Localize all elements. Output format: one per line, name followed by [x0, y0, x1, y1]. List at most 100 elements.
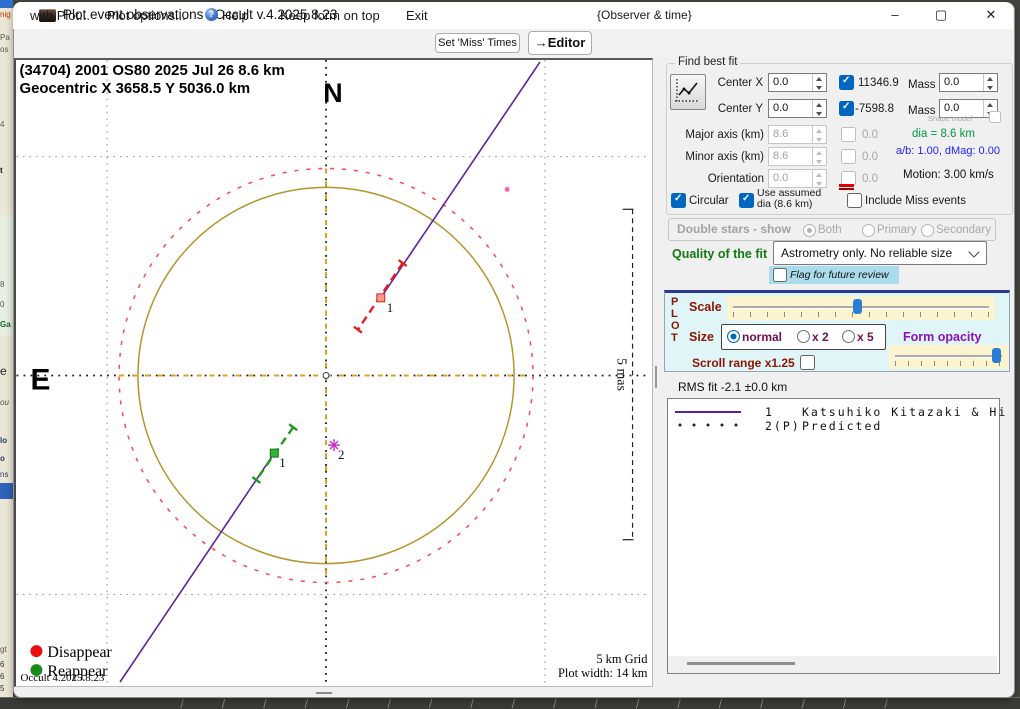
east-label: E — [30, 363, 50, 396]
mass-x-spinner[interactable]: 0.0 — [939, 73, 998, 92]
orientation-value: 0.0 — [769, 170, 812, 187]
close-button[interactable]: ✕ — [976, 6, 1006, 24]
editor-button[interactable]: →Editor — [528, 31, 592, 55]
hscrollbar-thumb[interactable] — [687, 662, 795, 665]
plot-letter-t: T — [671, 332, 678, 344]
legend-line-sample — [675, 411, 741, 413]
fit-colour-sample — [839, 184, 854, 187]
flag-review-checkbox[interactable] — [773, 268, 787, 282]
scroll-range-label: Scroll range x1.25 — [692, 356, 795, 370]
y-offset-checkbox[interactable] — [839, 101, 854, 116]
include-miss-checkbox[interactable] — [847, 193, 862, 208]
shape-model-checkbox[interactable] — [989, 111, 1001, 123]
size-normal-radio[interactable] — [727, 330, 740, 343]
minor-alt-checkbox[interactable] — [841, 149, 856, 164]
plot-area[interactable]: 1 1 2 5 mas (34704) 2001 OS80 2025 Jul 2… — [14, 58, 653, 687]
size-label: Size — [689, 330, 714, 344]
x-offset-checkbox[interactable] — [839, 75, 854, 90]
menu-keep-on-top[interactable]: Keep form on top — [280, 8, 380, 23]
menu-exit[interactable]: Exit — [406, 8, 428, 23]
double-secondary-radio[interactable] — [921, 224, 934, 237]
legend-row-num: 1 — [765, 405, 774, 419]
observer-time-label: {Observer & time} — [597, 8, 692, 22]
chord1-label: 1 — [387, 300, 393, 315]
use-assumed-label: Use assumed dia (8.6 km) — [757, 188, 821, 210]
menu-help[interactable]: Help — [222, 8, 249, 23]
opacity-slider-groove — [895, 355, 1002, 357]
center-y-value: 0.0 — [769, 100, 812, 117]
center-x-spinner[interactable]: 0.0 — [768, 73, 827, 92]
sliver-text: Ga — [0, 320, 11, 329]
predicted-label: 2 — [338, 447, 344, 462]
sliver-text: e — [0, 364, 7, 378]
double-primary-label: Primary — [877, 224, 917, 236]
use-assumed-checkbox[interactable] — [739, 193, 754, 208]
quality-combobox[interactable]: Astrometry only. No reliable size — [773, 241, 987, 265]
sliver-text: lo — [0, 436, 7, 445]
sliver-text: 6 — [0, 660, 4, 669]
major-axis-spinner[interactable]: 8.6 — [768, 125, 827, 144]
size-x5-radio[interactable] — [842, 330, 855, 343]
double-primary-radio[interactable] — [862, 224, 875, 237]
sliver-text: 4 — [0, 120, 4, 129]
chord1-label: 1 — [279, 455, 285, 470]
scale-slider[interactable] — [727, 296, 995, 320]
orientation-spinner[interactable]: 0.0 — [768, 169, 827, 188]
double-both-label: Both — [818, 224, 842, 236]
north-label: N — [323, 78, 342, 108]
menu-plot-options[interactable]: Plot options... — [107, 8, 186, 23]
shape-model-label: Shape model — [928, 114, 972, 123]
legend-row-name: Predicted — [802, 419, 882, 433]
circular-label: Circular — [689, 195, 729, 207]
maximize-button[interactable]: ▢ — [926, 6, 956, 24]
quality-value: Astrometry only. No reliable size — [781, 246, 952, 260]
flag-review-label: Flag for future review — [790, 269, 889, 281]
plot-header-line1: (34704) 2001 OS80 2025 Jul 26 8.6 km — [20, 62, 285, 79]
minimize-button[interactable]: – — [880, 6, 910, 24]
set-miss-times-button[interactable]: Set 'Miss' Times — [435, 33, 520, 53]
legend-row-name: Katsuhiko Kitazaki & Hi — [802, 405, 1007, 419]
sliver-text: 0 — [0, 300, 4, 309]
scroll-range-checkbox[interactable] — [800, 355, 815, 370]
double-both-radio[interactable] — [803, 224, 816, 237]
major-axis-value: 8.6 — [769, 126, 812, 143]
include-miss-label: Include Miss events — [865, 195, 966, 207]
observer-list[interactable]: 1 Katsuhiko Kitazaki & Hi 2(P) Predicted — [667, 398, 1000, 674]
sliver-text: o — [0, 454, 5, 463]
menu-with-plot[interactable]: with Plot... — [30, 8, 90, 23]
sliver-text: 8 — [0, 280, 4, 289]
sliver-text: os — [0, 45, 8, 54]
plot-header-line2: Geocentric X 3658.5 Y 5036.0 km — [20, 80, 251, 97]
occult-version: Occult 4.2025.8.23 — [21, 672, 105, 683]
quality-label: Quality of the fit — [672, 247, 767, 261]
form-opacity-slider[interactable] — [889, 345, 1008, 369]
sliver-text: 6 — [0, 672, 4, 681]
minor-axis-value: 8.6 — [769, 148, 812, 165]
fit-colour-sample-2 — [839, 188, 854, 190]
size-x2-radio[interactable] — [797, 330, 810, 343]
rms-fit-text: RMS fit -2.1 ±0.0 km — [678, 380, 787, 394]
disappear-legend-dot — [30, 645, 42, 657]
help-icon — [205, 8, 218, 21]
use-assumed-line2: dia (8.6 km) — [757, 199, 821, 210]
major-alt-checkbox[interactable] — [841, 127, 856, 142]
splitter-handle[interactable] — [655, 366, 657, 388]
size-x5-label: x 5 — [857, 330, 874, 344]
center-y-spinner[interactable]: 0.0 — [768, 99, 827, 118]
sliver-selection-bar — [0, 483, 13, 499]
circular-checkbox[interactable] — [671, 193, 686, 208]
mass-x-value: 0.0 — [940, 74, 983, 91]
opacity-slider-thumb[interactable] — [992, 348, 1001, 363]
resize-gripper[interactable] — [316, 692, 332, 694]
chevron-down-icon — [968, 246, 979, 257]
minor-axis-spinner[interactable]: 8.6 — [768, 147, 827, 166]
scale-slider-thumb[interactable] — [853, 299, 862, 314]
centre-marker — [323, 372, 329, 378]
minor-axis-label: Minor axis (km) — [678, 151, 764, 163]
list-hscrollbar[interactable] — [668, 656, 997, 673]
ab-dmag-text: a/b: 1.00, dMag: 0.00 — [896, 145, 1000, 157]
size-normal-label: normal — [742, 330, 782, 344]
sliver-text: t — [0, 166, 3, 175]
center-y-label: Center Y — [695, 103, 763, 115]
sliver-text: 5 — [0, 684, 4, 693]
